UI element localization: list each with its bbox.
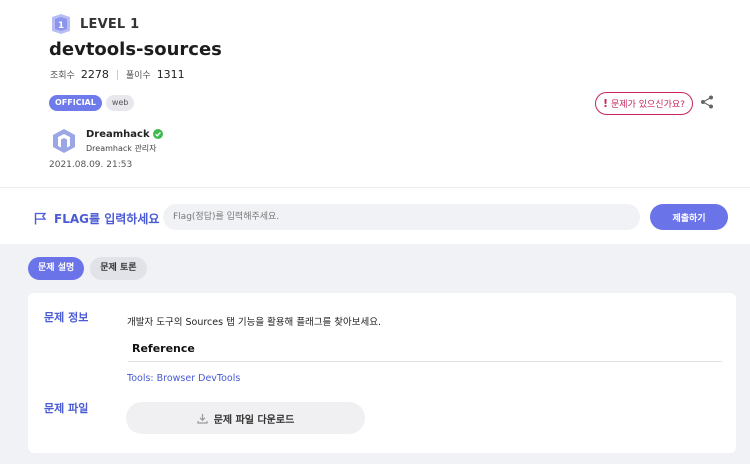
flag-icon xyxy=(34,212,47,225)
flag-submit-bar: FLAG를 입력하세요 제출하기 xyxy=(0,188,750,244)
download-icon xyxy=(197,413,208,424)
problem-description: 개발자 도구의 Sources 탭 기능을 활용해 플래그를 찾아보세요. xyxy=(127,314,381,328)
flag-input[interactable] xyxy=(163,204,640,230)
stats-divider xyxy=(117,70,118,80)
report-problem-button[interactable]: ! 문제가 있으신가요? xyxy=(595,92,693,115)
problem-file-title: 문제 파일 xyxy=(44,400,88,416)
posted-date: 2021.08.09. 21:53 xyxy=(49,160,132,170)
author-info: Dreamhack Dreamhack 관리자 xyxy=(86,129,163,154)
problem-header: 1 LEVEL 1 devtools-sources 조회수 2278 풀이수 … xyxy=(0,0,750,188)
problem-info-title: 문제 정보 xyxy=(44,309,88,325)
tag-list: OFFICIAL web xyxy=(49,95,134,111)
author-name[interactable]: Dreamhack xyxy=(86,129,150,140)
level-badge-icon: 1 xyxy=(50,14,72,34)
tag-web[interactable]: web xyxy=(106,95,135,111)
tab-description[interactable]: 문제 설명 xyxy=(28,257,84,280)
level-row: 1 LEVEL 1 xyxy=(50,14,139,34)
level-label: LEVEL 1 xyxy=(80,17,139,32)
flag-label: FLAG를 입력하세요 xyxy=(34,210,159,227)
tag-official[interactable]: OFFICIAL xyxy=(49,95,102,111)
download-file-button[interactable]: 문제 파일 다운로드 xyxy=(126,402,365,434)
report-problem-label: 문제가 있으신가요? xyxy=(611,97,685,110)
reference-title: Reference xyxy=(132,342,195,355)
flag-label-text: FLAG를 입력하세요 xyxy=(54,210,159,227)
problem-content-card: 문제 정보 개발자 도구의 Sources 탭 기능을 활용해 플래그를 찾아보… xyxy=(28,293,736,453)
stats-row: 조회수 2278 풀이수 1311 xyxy=(50,68,193,81)
reference-divider xyxy=(128,361,722,362)
content-tabs: 문제 설명 문제 토론 xyxy=(28,257,147,280)
share-icon[interactable] xyxy=(700,94,714,108)
views-label: 조회수 xyxy=(50,68,75,81)
views-value: 2278 xyxy=(81,68,109,81)
author-role: Dreamhack 관리자 xyxy=(86,143,163,154)
reference-link[interactable]: Tools: Browser DevTools xyxy=(127,373,240,384)
submit-button[interactable]: 제출하기 xyxy=(650,204,728,230)
exclamation-icon: ! xyxy=(603,97,608,110)
author-name-row: Dreamhack xyxy=(86,129,163,140)
author-block: Dreamhack Dreamhack 관리자 xyxy=(52,128,163,154)
solves-value: 1311 xyxy=(157,68,185,81)
page-title: devtools-sources xyxy=(49,39,222,60)
level-number: 1 xyxy=(58,21,64,31)
solves-label: 풀이수 xyxy=(126,68,151,81)
download-file-label: 문제 파일 다운로드 xyxy=(214,411,295,426)
verified-check-icon xyxy=(153,129,163,139)
tab-discussion[interactable]: 문제 토론 xyxy=(90,257,146,280)
dreamhack-logo-icon xyxy=(52,128,76,154)
